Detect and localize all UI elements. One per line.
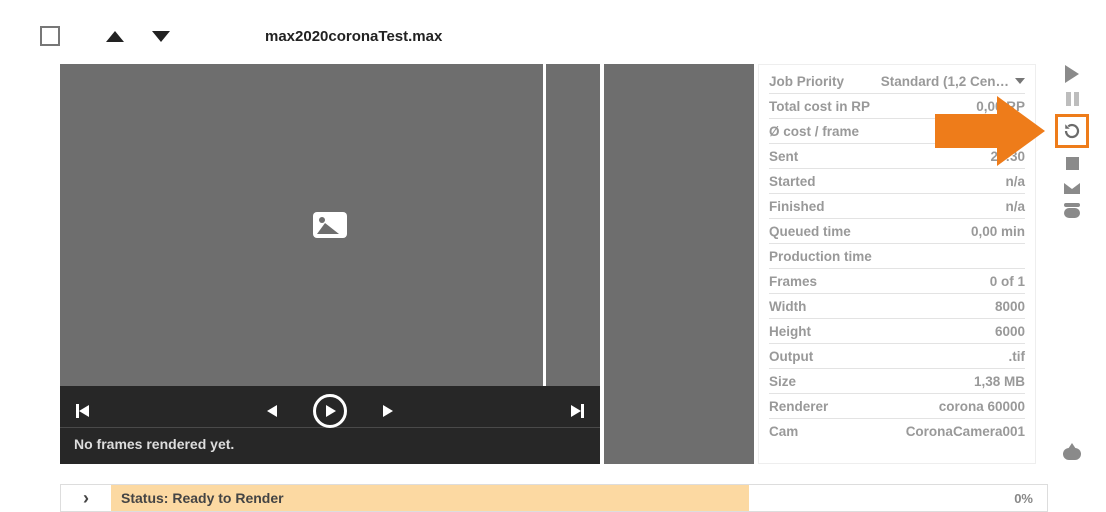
render-pause-button[interactable] [1061,89,1083,109]
stack-icon [1064,208,1080,218]
info-key: Started [769,174,816,189]
info-value: RP [1006,124,1025,139]
chevron-down-icon [1015,78,1025,84]
select-checkbox[interactable] [40,26,60,46]
info-value-text: 6000 [995,324,1025,339]
mail-icon [1064,183,1080,194]
info-value: n/a [1005,174,1025,189]
skip-start-button[interactable] [76,404,89,418]
render-stop-button[interactable] [1061,153,1083,173]
preview-divider [543,64,546,386]
info-value: .tif [1009,349,1026,364]
info-value-text: corona 60000 [939,399,1025,414]
play-icon [326,405,336,417]
play-icon [1065,65,1079,83]
info-row: Height 6000 [769,319,1025,344]
mail-button[interactable] [1061,178,1083,198]
status-label: Status: Ready to Render [111,485,749,511]
info-value-text: .tif [1009,349,1026,364]
render-start-button[interactable] [1061,64,1083,84]
info-row: Started n/a [769,169,1025,194]
upload-button[interactable] [1063,448,1081,460]
info-value: 0,00 RP [976,99,1025,114]
info-value: 1,38 MB [974,374,1025,389]
info-key: Production time [769,249,872,264]
info-value: 0,00 min [971,224,1025,239]
info-row: Size 1,38 MB [769,369,1025,394]
info-value-text: RP [1006,124,1025,139]
info-value-text: 0,00 RP [976,99,1025,114]
info-row: Width 8000 [769,294,1025,319]
info-value: 0 of 1 [990,274,1025,289]
info-value-text: 1,38 MB [974,374,1025,389]
info-row: Queued time 0,00 min [769,219,1025,244]
skip-end-button[interactable] [571,404,584,418]
image-placeholder-icon [313,212,347,238]
info-value: corona 60000 [939,399,1025,414]
next-frame-button[interactable] [383,405,393,417]
refresh-icon [1063,122,1081,140]
job-info-panel: Job Priority Standard (1,2 Cen… Total cost… [758,64,1036,464]
info-key: Total cost in RP [769,99,870,114]
status-bar: › Status: Ready to Render 0% [60,484,1048,512]
info-value-text: 0 of 1 [990,274,1025,289]
info-key: Renderer [769,399,828,414]
info-key: Frames [769,274,817,289]
info-row: Total cost in RP 0,00 RP [769,94,1025,119]
info-value: CoronaCamera001 [906,424,1025,439]
info-value-text: n/a [1005,199,1025,214]
info-value-text: n/a [1005,174,1025,189]
info-key: Size [769,374,796,389]
info-value-text: Standard (1,2 Cen… [881,74,1009,89]
sort-up-icon[interactable] [106,31,124,42]
preview-status-text: No frames rendered yet. [60,428,600,460]
info-key: Cam [769,424,798,439]
info-value: 8000 [995,299,1025,314]
info-row: Ø cost / frame RP [769,119,1025,144]
info-row: Output .tif [769,344,1025,369]
refresh-button[interactable] [1055,114,1089,148]
priority-dropdown[interactable]: Standard (1,2 Cen… [881,74,1025,89]
status-expand-button[interactable]: › [61,488,111,509]
info-row: Job Priority Standard (1,2 Cen… [769,69,1025,94]
info-value-text: CoronaCamera001 [906,424,1025,439]
info-row: Cam CoronaCamera001 [769,419,1025,443]
pause-icon [1066,92,1079,106]
status-percent: 0% [1014,491,1047,506]
job-filename: max2020coronaTest.max [265,28,442,45]
info-row: Renderer corona 60000 [769,394,1025,419]
info-key: Finished [769,199,825,214]
info-row: Sent 25:30 [769,144,1025,169]
info-value-text: 0,00 min [971,224,1025,239]
info-row: Frames 0 of 1 [769,269,1025,294]
info-key: Height [769,324,811,339]
stop-icon [1066,157,1079,170]
info-row: Production time [769,244,1025,269]
prev-frame-button[interactable] [267,405,277,417]
info-value: n/a [1005,199,1025,214]
play-button[interactable] [313,394,347,428]
preview-viewport [60,64,600,386]
info-key: Ø cost / frame [769,124,859,139]
sort-down-icon[interactable] [152,31,170,42]
info-key: Queued time [769,224,851,239]
info-value: 6000 [995,324,1025,339]
secondary-preview [604,64,754,464]
info-value-text: 8000 [995,299,1025,314]
info-key: Output [769,349,813,364]
info-key: Job Priority [769,74,844,89]
info-value-text: 25:30 [990,149,1025,164]
jobs-button[interactable] [1061,203,1083,223]
info-key: Sent [769,149,798,164]
info-row: Finished n/a [769,194,1025,219]
info-key: Width [769,299,806,314]
info-value: 25:30 [990,149,1025,164]
